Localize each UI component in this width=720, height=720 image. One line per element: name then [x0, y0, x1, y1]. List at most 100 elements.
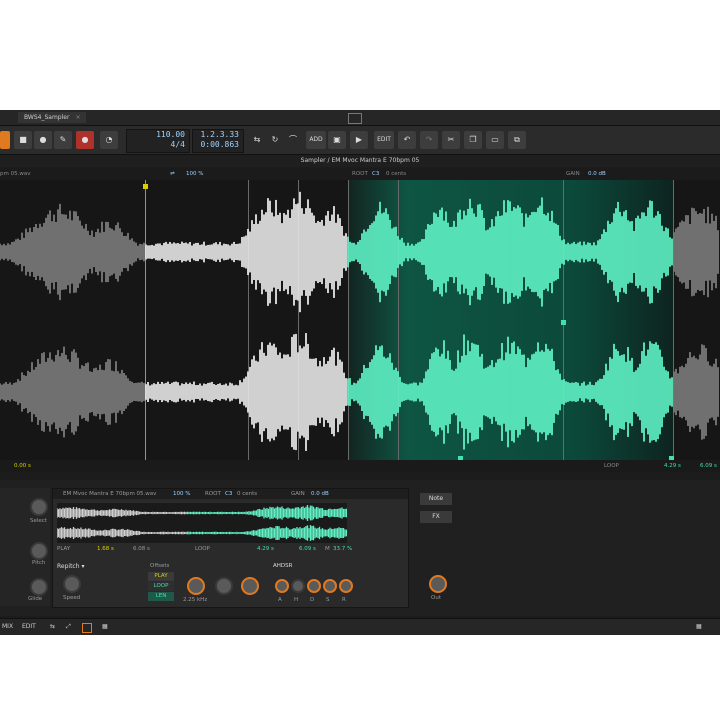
duplicate-icon[interactable]: ⧉ — [508, 131, 526, 149]
speed-icon[interactable]: ⇌ — [170, 171, 175, 177]
arm-record-button[interactable]: ● — [76, 131, 94, 149]
loop-label: LOOP — [604, 463, 619, 469]
loop-start-time[interactable]: 4.29 s — [664, 463, 681, 469]
bitwig-window: BWS4_Sampler × ■ ● ✎ ● ◔ 110.00 4/4 1.2.3… — [0, 110, 720, 635]
offsets-label: Offsets — [150, 563, 170, 569]
note-button[interactable]: Note — [420, 493, 452, 505]
device-root-note[interactable]: C3 — [225, 491, 232, 497]
loop-icon[interactable]: ↻ — [266, 131, 284, 149]
freq-value[interactable]: 2.25 kHz — [183, 597, 207, 603]
tempo-display[interactable]: 110.00 4/4 — [126, 129, 190, 153]
file-name: pm 05.wav — [0, 171, 31, 177]
out-knob[interactable] — [429, 575, 447, 593]
select-knob[interactable] — [30, 498, 48, 516]
env-r-label: R — [342, 597, 346, 603]
loop-end-time[interactable]: 6.09 s — [700, 463, 717, 469]
save-icon[interactable]: ▣ — [328, 131, 346, 149]
root-note[interactable]: C3 — [372, 171, 379, 177]
play-end[interactable]: 6.08 s — [133, 546, 150, 552]
env-d-label: D — [310, 597, 315, 603]
punch-icon[interactable]: ⇆ — [248, 131, 266, 149]
gain-value[interactable]: 0.0 dB — [588, 171, 606, 177]
fx-button[interactable]: FX — [420, 511, 452, 523]
speed-knob-label: Speed — [63, 595, 81, 601]
editor-info-bar: pm 05.wav ⇌ 100 % ROOT C3 0 cents GAIN 0… — [0, 168, 720, 180]
play-mode-list: PLAY LOOP LEN — [148, 572, 174, 602]
pitch-knob[interactable] — [30, 542, 48, 560]
sample-waveform-editor[interactable] — [0, 180, 720, 470]
play-start[interactable]: 1.68 s — [97, 546, 114, 552]
mix-tab[interactable]: MIX — [2, 623, 13, 630]
panel-icon[interactable]: ▦ — [696, 623, 702, 630]
sustain-knob[interactable] — [323, 579, 337, 593]
device-gain-value[interactable]: 0.0 dB — [311, 491, 329, 497]
delete-icon[interactable]: ▭ — [486, 131, 504, 149]
device-file: EM Mvoc Mantra E 70bpm 05.wav — [63, 491, 157, 497]
edit-tab[interactable]: EDIT — [22, 623, 36, 630]
mode-play[interactable]: PLAY — [148, 572, 174, 581]
speed-knob[interactable] — [63, 575, 81, 593]
editor-bottom-bar: 0.00 s LOOP 4.29 s 6.09 s — [0, 460, 720, 472]
hold-knob[interactable] — [291, 579, 305, 593]
expand-icon[interactable]: ⤢ — [66, 623, 71, 631]
xfade-label: M — [325, 546, 330, 552]
speed-value[interactable]: 100 % — [186, 171, 203, 177]
redo-icon[interactable]: ↷ — [420, 131, 438, 149]
edit-button[interactable]: EDIT — [374, 131, 394, 149]
device-root-label: ROOT — [205, 491, 221, 497]
device-panel: Select Pitch Glide EM Mvoc Mantra E 70bp… — [0, 480, 720, 616]
curve-icon[interactable]: ⌒ — [284, 131, 302, 149]
env-h-label: H — [294, 597, 299, 603]
device-speed[interactable]: 100 % — [173, 491, 190, 497]
xfade-value[interactable]: 33.7 % — [333, 546, 352, 552]
decay-knob[interactable] — [307, 579, 321, 593]
arranger-icon[interactable]: ⇆ — [50, 623, 55, 630]
mode-len[interactable]: LEN — [148, 592, 174, 601]
cents-value[interactable]: 0 cents — [386, 171, 406, 177]
position-display[interactable]: 1.2.3.33 0:00.863 — [192, 129, 244, 153]
tab-close-icon[interactable]: × — [75, 114, 80, 121]
left-modulator-strip: Select Pitch Glide — [0, 488, 50, 606]
env-type[interactable]: AHDSR — [273, 563, 292, 569]
add-button[interactable]: ADD — [306, 131, 326, 149]
out-label: Out — [431, 595, 441, 601]
launch-icon[interactable]: ▶ — [350, 131, 368, 149]
tempo-value: 110.00 — [156, 130, 185, 139]
loop-crossfade-handle[interactable] — [561, 320, 566, 325]
attack-knob[interactable] — [275, 579, 289, 593]
glide-label: Glide — [28, 596, 43, 602]
filter-cutoff-knob[interactable] — [187, 577, 205, 595]
app-menu-icon[interactable] — [348, 113, 362, 124]
mode-value: Repitch — [57, 563, 80, 570]
record-button[interactable]: ● — [34, 131, 52, 149]
title-bar: BWS4_Sampler × — [0, 110, 720, 126]
transport-toolbar: ■ ● ✎ ● ◔ 110.00 4/4 1.2.3.33 0:00.863 ⇆… — [0, 126, 720, 155]
device-loop-label: LOOP — [195, 546, 210, 552]
metronome-button[interactable]: ◔ — [100, 131, 118, 149]
editor-title: Sampler / EM Mvoc Mantra E 70bpm 05 — [0, 155, 720, 167]
mode-select[interactable]: Repitch ▾ — [57, 563, 93, 570]
device-waveform[interactable] — [57, 503, 347, 543]
position-time: 0:00.863 — [200, 140, 239, 149]
stop-button[interactable]: ■ — [14, 131, 32, 149]
tab-label: BWS4_Sampler — [24, 114, 70, 121]
cut-icon[interactable]: ✂ — [442, 131, 460, 149]
filter-env-knob[interactable] — [241, 577, 259, 595]
device-view-icon[interactable] — [82, 623, 92, 633]
grid-icon[interactable]: ▦ — [102, 623, 108, 630]
resonance-knob[interactable] — [215, 577, 233, 595]
gain-label: GAIN — [566, 171, 580, 177]
copy-icon[interactable]: ❐ — [464, 131, 482, 149]
start-time[interactable]: 0.00 s — [14, 463, 31, 469]
project-tab[interactable]: BWS4_Sampler × — [18, 112, 87, 123]
device-cents[interactable]: 0 cents — [237, 491, 257, 497]
device-loop-start[interactable]: 4.29 s — [257, 546, 274, 552]
device-loop-end[interactable]: 6.09 s — [299, 546, 316, 552]
play-button[interactable] — [0, 131, 10, 149]
automation-write-button[interactable]: ✎ — [54, 131, 72, 149]
mode-loop[interactable]: LOOP — [148, 582, 174, 591]
release-knob[interactable] — [339, 579, 353, 593]
waveform-display — [0, 191, 719, 451]
undo-icon[interactable]: ↶ — [398, 131, 416, 149]
glide-knob[interactable] — [30, 578, 48, 596]
